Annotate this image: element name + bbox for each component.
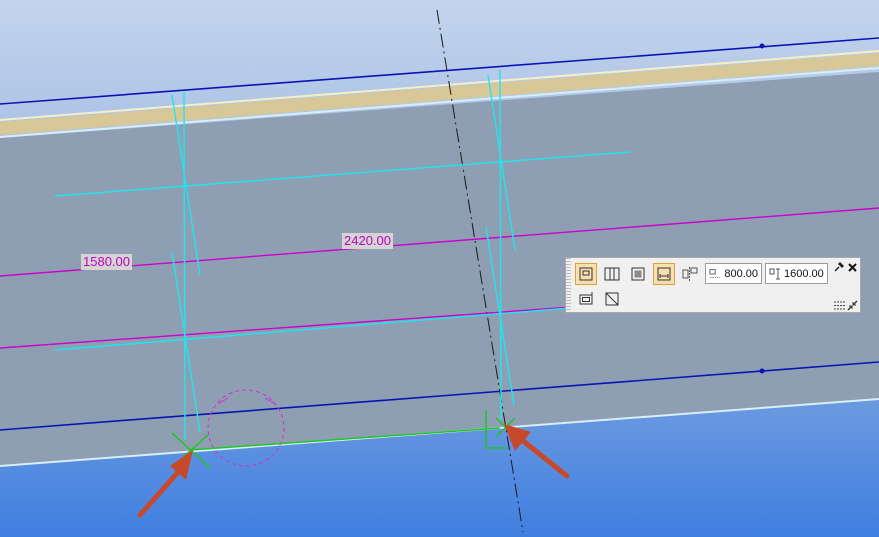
columns-mode-button[interactable] xyxy=(601,263,623,285)
axis-node-bottom xyxy=(759,368,765,374)
outline-rect-icon xyxy=(579,292,593,305)
distribute-icon xyxy=(682,267,698,281)
height-value: 1600.00 xyxy=(784,267,824,280)
diagonal-rect-button[interactable] xyxy=(601,288,623,310)
rect-dimension-icon xyxy=(657,267,671,281)
width-field[interactable]: 800.00 xyxy=(705,263,762,284)
axis-node-top xyxy=(759,43,765,49)
filled-rect-icon xyxy=(631,267,645,281)
rect-dimension-mode-button[interactable] xyxy=(653,263,675,285)
collapse-icon[interactable] xyxy=(846,299,858,311)
list-icon[interactable] xyxy=(833,299,845,311)
dimension-label-left[interactable]: 1580.00 xyxy=(81,254,132,270)
outline-rect-button[interactable] xyxy=(575,288,597,310)
toolbar-grip[interactable] xyxy=(566,258,571,312)
width-value: 800.00 xyxy=(724,267,758,280)
diagonal-rect-icon xyxy=(605,292,619,306)
height-dimension-icon xyxy=(769,268,780,279)
columns-icon xyxy=(604,267,620,281)
close-icon[interactable] xyxy=(846,261,858,273)
filled-rect-mode-button[interactable] xyxy=(627,263,649,285)
floating-toolbar[interactable]: 800.00 1600.00 xyxy=(565,257,861,313)
width-dimension-icon xyxy=(709,268,721,278)
rect-frame-icon xyxy=(579,267,593,281)
pin-icon[interactable] xyxy=(833,261,845,273)
dimension-label-right[interactable]: 2420.00 xyxy=(342,233,393,249)
distribute-mode-button[interactable] xyxy=(679,263,701,285)
rect-frame-mode-button[interactable] xyxy=(575,263,597,285)
height-field[interactable]: 1600.00 xyxy=(765,263,828,284)
